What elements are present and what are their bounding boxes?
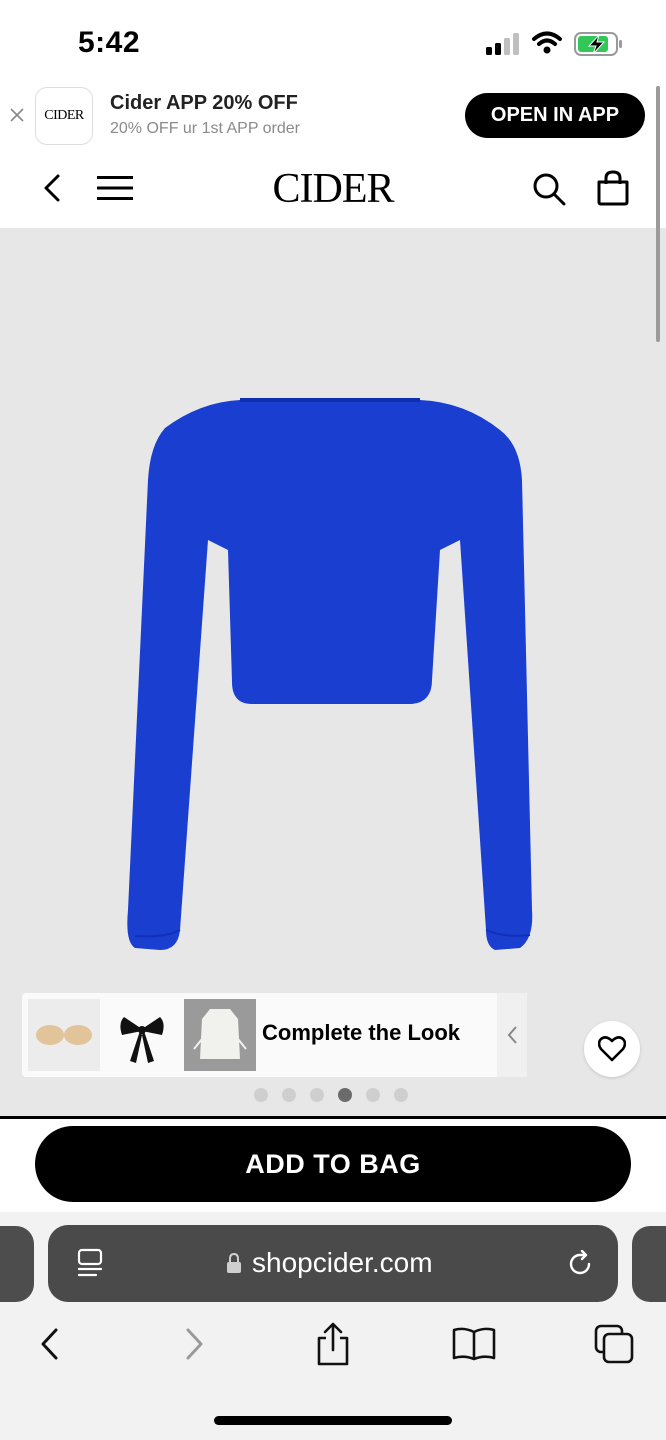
chevron-left-icon[interactable] <box>497 993 527 1077</box>
browser-forward-icon[interactable] <box>182 1326 206 1362</box>
bookmarks-icon[interactable] <box>452 1326 496 1362</box>
pager-dot[interactable] <box>366 1088 380 1102</box>
home-indicator <box>214 1416 452 1425</box>
open-in-app-button[interactable]: OPEN IN APP <box>465 93 645 138</box>
lock-icon <box>227 1253 241 1273</box>
close-icon[interactable] <box>10 108 24 122</box>
share-icon[interactable] <box>315 1322 351 1366</box>
divider <box>0 1116 666 1119</box>
pager-dot[interactable] <box>394 1088 408 1102</box>
previous-tab-preview[interactable] <box>0 1226 34 1302</box>
pager-dot[interactable] <box>310 1088 324 1102</box>
browser-back-icon[interactable] <box>38 1326 62 1362</box>
product-image <box>127 398 533 950</box>
tabs-overview-icon[interactable] <box>594 1324 634 1364</box>
search-icon[interactable] <box>532 172 566 206</box>
back-chevron-icon[interactable] <box>40 173 64 203</box>
image-pager-dots[interactable] <box>254 1088 408 1102</box>
brand-logo[interactable]: CIDER <box>270 166 396 212</box>
heart-icon <box>598 1036 626 1062</box>
shopping-bag-icon[interactable] <box>596 170 630 206</box>
complete-the-look-label[interactable]: Complete the Look <box>262 1020 460 1046</box>
wishlist-button[interactable] <box>584 1021 640 1077</box>
scrollbar <box>656 86 660 342</box>
banner-title: Cider APP 20% OFF <box>110 92 298 114</box>
app-logo: CIDER <box>35 87 93 145</box>
look-item-thumbnail[interactable] <box>184 999 256 1071</box>
status-time: 5:42 <box>78 26 141 59</box>
hamburger-menu-icon[interactable] <box>97 175 133 201</box>
url-text[interactable]: shopcider.com <box>252 1247 433 1279</box>
battery-charging-icon <box>574 32 622 56</box>
reload-icon[interactable] <box>566 1250 594 1278</box>
pager-dot[interactable] <box>254 1088 268 1102</box>
look-item-thumbnail[interactable] <box>28 999 100 1071</box>
cellular-signal-icon <box>486 33 519 55</box>
banner-subtitle: 20% OFF ur 1st APP order <box>110 120 301 137</box>
page-menu-icon[interactable] <box>76 1248 104 1278</box>
wifi-icon <box>532 31 562 54</box>
add-to-bag-button[interactable]: ADD TO BAG <box>35 1126 631 1202</box>
next-tab-preview[interactable] <box>632 1226 666 1302</box>
look-item-thumbnail[interactable] <box>106 999 178 1071</box>
pager-dot-active[interactable] <box>338 1088 352 1102</box>
pager-dot[interactable] <box>282 1088 296 1102</box>
